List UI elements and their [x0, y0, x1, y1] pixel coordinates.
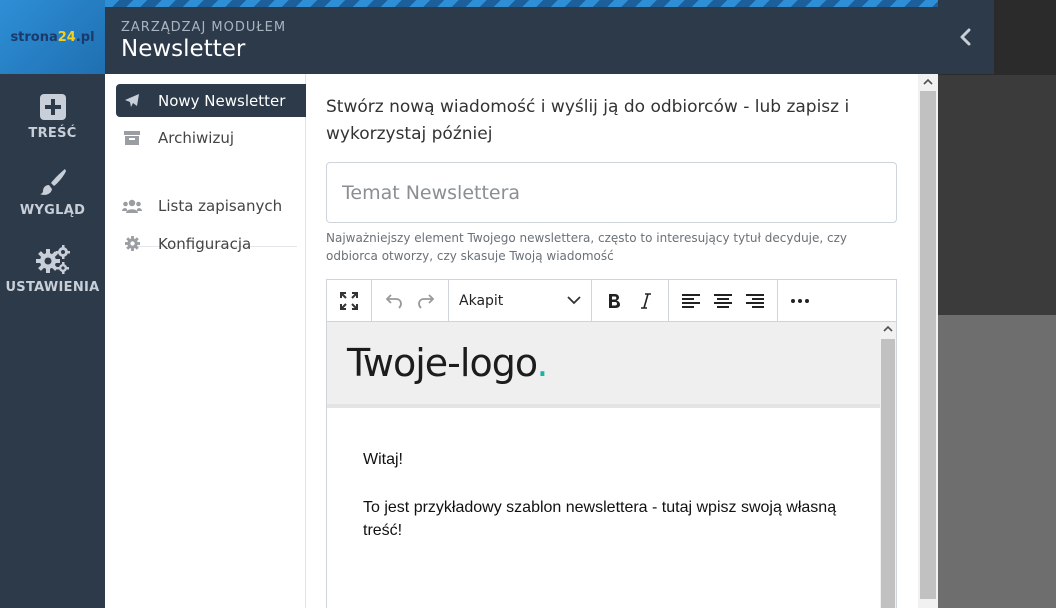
page-scrollbar[interactable]	[918, 74, 938, 608]
archive-icon	[124, 131, 140, 145]
menu-item-label: Nowy Newsletter	[158, 91, 286, 110]
brand-logo[interactable]: strona24.pl	[0, 0, 105, 74]
block-format-select[interactable]: Akapit	[453, 293, 587, 309]
redo-icon	[418, 293, 435, 309]
sidebar-item-settings[interactable]: USTAWIENIA	[0, 244, 105, 295]
header-stripe	[105, 0, 938, 7]
sidebar-item-content[interactable]: TREŚĆ	[0, 94, 105, 141]
collapse-panel-button[interactable]	[938, 0, 994, 74]
more-options-button[interactable]	[784, 286, 816, 316]
align-center-icon	[714, 293, 732, 308]
align-center-button[interactable]	[707, 286, 739, 316]
scroll-up-icon	[923, 78, 933, 85]
background-area	[938, 0, 1056, 608]
bold-icon	[609, 293, 620, 308]
more-icon	[791, 298, 809, 303]
editor-toolbar: Akapit	[327, 280, 896, 322]
module-menu: Nowy Newsletter Archiwizuj Lista zapisan…	[105, 74, 314, 608]
subject-hint: Najważniejszy element Twojego newsletter…	[326, 231, 848, 263]
page-header: ZARZĄDZAJ MODUŁEM Newsletter	[105, 0, 938, 74]
gear-icon	[124, 236, 140, 251]
rich-text-editor: Akapit Twoje-logo. Witaj! To jest przykł…	[326, 279, 897, 608]
page-title: Newsletter	[121, 36, 246, 62]
bold-button[interactable]	[598, 286, 630, 316]
redo-button[interactable]	[410, 286, 442, 316]
chevron-left-icon	[960, 28, 971, 46]
menu-item-configuration[interactable]: Konfiguracja	[116, 227, 306, 260]
italic-button[interactable]	[630, 286, 662, 316]
menu-item-subscribers[interactable]: Lista zapisanych	[116, 189, 306, 222]
newsletter-subject-input[interactable]	[326, 162, 897, 223]
paper-plane-icon	[125, 93, 139, 107]
gears-icon	[35, 245, 70, 274]
plus-square-icon	[39, 94, 66, 120]
paintbrush-icon	[39, 169, 66, 195]
app-sidebar: strona24.pl TREŚĆ WYGLĄD USTAWIENIA	[0, 0, 105, 608]
fullscreen-icon	[340, 291, 358, 310]
sidebar-item-appearance[interactable]: WYGLĄD	[0, 167, 105, 218]
intro-text: Stwórz nową wiadomość i wyślij ją do odb…	[326, 97, 850, 144]
scroll-up-icon	[883, 325, 893, 332]
align-left-icon	[682, 293, 700, 308]
editor-content[interactable]: Twoje-logo. Witaj! To jest przykładowy s…	[327, 322, 880, 608]
body-text: To jest przykładowy szablon newslettera …	[363, 499, 837, 539]
users-icon	[122, 199, 142, 213]
sidebar-item-label: TREŚĆ	[28, 126, 77, 141]
menu-item-label: Archiwizuj	[158, 128, 235, 147]
sidebar-item-label: USTAWIENIA	[5, 280, 100, 295]
block-format-value: Akapit	[459, 292, 504, 309]
main-content: Stwórz nową wiadomość i wyślij ją do odb…	[306, 74, 920, 608]
header-subtitle: ZARZĄDZAJ MODUŁEM	[121, 20, 287, 35]
align-right-button[interactable]	[739, 286, 771, 316]
template-body: Witaj! To jest przykładowy szablon newsl…	[327, 408, 867, 542]
undo-icon	[385, 293, 402, 309]
menu-item-label: Lista zapisanych	[158, 196, 283, 215]
greeting-text: Witaj!	[363, 451, 403, 468]
sidebar-item-label: WYGLĄD	[19, 203, 86, 218]
undo-button[interactable]	[378, 286, 410, 316]
template-logo: Twoje-logo.	[347, 341, 549, 385]
italic-icon	[641, 292, 651, 309]
editor-scrollbar[interactable]	[880, 322, 896, 608]
template-logo-band: Twoje-logo.	[327, 322, 880, 408]
menu-item-new-newsletter[interactable]: Nowy Newsletter	[116, 84, 314, 117]
menu-item-label: Konfiguracja	[158, 234, 252, 253]
chevron-down-icon	[567, 296, 581, 305]
fullscreen-button[interactable]	[333, 286, 365, 316]
menu-item-archive[interactable]: Archiwizuj	[116, 121, 306, 154]
align-right-icon	[746, 293, 764, 308]
align-left-button[interactable]	[675, 286, 707, 316]
